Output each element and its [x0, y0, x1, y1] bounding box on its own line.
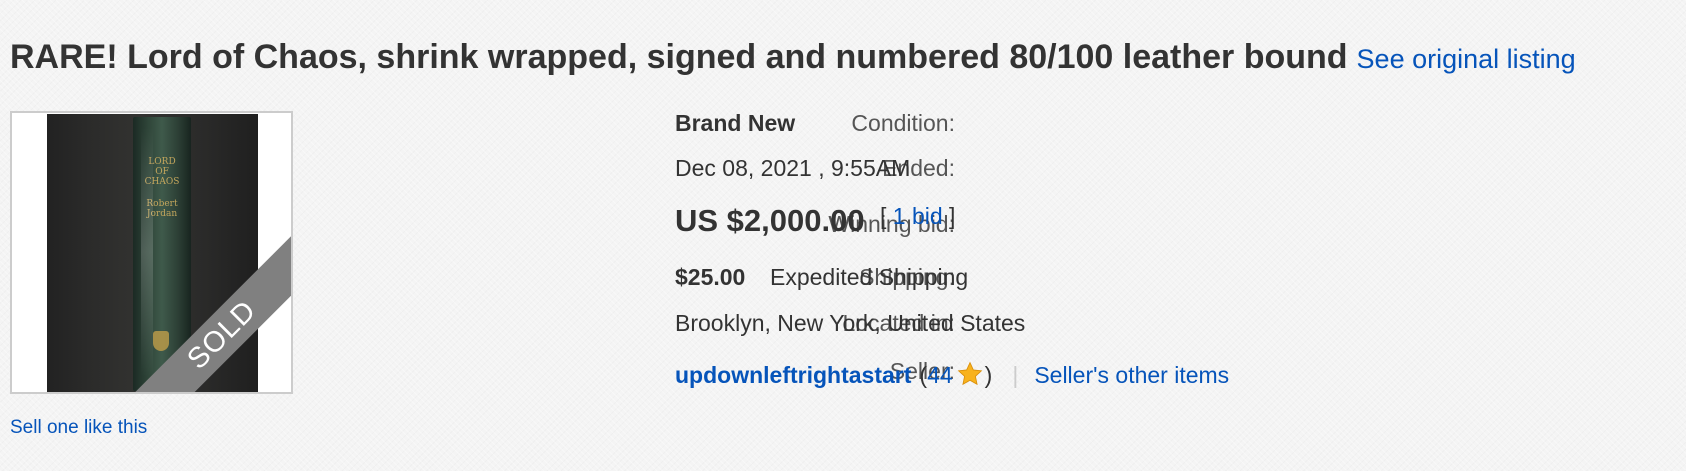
bid-history-link[interactable]: 1 bid [893, 203, 943, 229]
ended-value: Dec 08, 2021 , 9:55AM [675, 155, 911, 181]
see-original-listing-link[interactable]: See original listing [1357, 44, 1576, 75]
bid-count: [ 1 bid ] [880, 203, 956, 229]
publisher-emblem [153, 331, 169, 351]
star-icon [957, 361, 983, 387]
shipping-cost: $25.00 [675, 264, 746, 290]
feedback-score-link[interactable]: 44 [927, 362, 953, 389]
condition-label: Condition: [851, 110, 955, 136]
sell-one-like-this-link[interactable]: Sell one like this [10, 417, 147, 439]
seller-name-link[interactable]: updownleftrightastart [675, 362, 911, 389]
sellers-other-items-link[interactable]: Seller's other items [1034, 362, 1229, 389]
seller-feedback: ( 44 ) [919, 361, 993, 389]
ended-row: Ended: Dec 08, 2021 , 9:55AM [300, 155, 1400, 195]
seller-row: Seller: updownleftrightastart ( 44 ) | S… [300, 358, 1400, 398]
listing-title-row: RARE! Lord of Chaos, shrink wrapped, sig… [10, 38, 1576, 77]
condition-value: Brand New [675, 110, 796, 136]
page-title: RARE! Lord of Chaos, shrink wrapped, sig… [10, 38, 1348, 76]
separator: | [1012, 362, 1019, 388]
location-value: Brooklyn, New York, United States [675, 310, 1026, 336]
item-image[interactable]: LORD OF CHAOS Robert Jordan SOLD [10, 111, 293, 394]
location-row: Located in: Brooklyn, New York, United S… [300, 310, 1400, 350]
winning-bid-amount: US $2,000.00 [675, 203, 865, 238]
shipping-method: Expedited Shipping [770, 264, 969, 290]
winning-bid-row: Winning bid: US $2,000.00 [ 1 bid ] [300, 203, 1400, 243]
shipping-row: Shipping: $25.00 Expedited Shipping [300, 264, 1400, 304]
seller-info: updownleftrightastart ( 44 ) | Seller's … [675, 361, 1229, 389]
condition-row: Condition: Brand New [300, 109, 1400, 149]
